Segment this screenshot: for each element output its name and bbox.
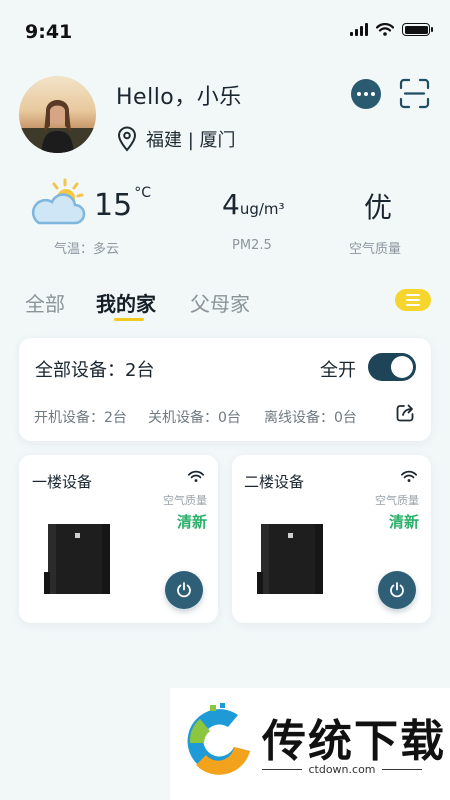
cellular-signal-icon xyxy=(350,23,368,36)
divider xyxy=(381,769,422,770)
pm25-label: PM2.5 xyxy=(232,238,272,253)
pm25-value: 4 xyxy=(222,188,240,221)
temperature-value: 15 xyxy=(94,188,133,223)
location-text: 福建 | 厦门 xyxy=(146,130,236,151)
watermark-logo-icon xyxy=(187,703,250,775)
tab-my-home[interactable]: 我的家 xyxy=(96,288,156,317)
share-icon[interactable] xyxy=(395,403,415,423)
menu-line xyxy=(406,304,420,306)
air-quality-value: 优 xyxy=(364,191,393,224)
device-air-quality-value: 清新 xyxy=(389,513,420,531)
partly-cloudy-icon xyxy=(31,178,86,225)
wifi-icon xyxy=(188,470,204,482)
watermark-url: ctdown.com xyxy=(308,763,376,776)
device-air-quality-label: 空气质量 xyxy=(375,494,419,507)
air-purifier-image xyxy=(257,524,323,594)
toggle-knob xyxy=(391,356,413,378)
battery-icon xyxy=(402,23,433,36)
powered-on-count: 开机设备：2台 xyxy=(34,410,127,426)
watermark-url-row: ctdown.com xyxy=(262,763,422,776)
device-air-quality-label: 空气质量 xyxy=(163,494,207,507)
avatar[interactable] xyxy=(19,76,96,153)
power-icon xyxy=(390,582,404,598)
power-icon xyxy=(177,582,191,598)
temperature-unit: °C xyxy=(134,185,151,201)
status-icons xyxy=(350,23,433,36)
pm25: 4ug/m³ xyxy=(222,188,285,221)
dot xyxy=(364,92,368,96)
tab-all[interactable]: 全部 xyxy=(25,288,65,317)
temperature: 15 °C xyxy=(94,185,151,223)
menu-line xyxy=(406,299,420,301)
location[interactable]: 福建 | 厦门 xyxy=(116,126,236,152)
menu-line xyxy=(406,294,420,296)
device-name: 二楼设备 xyxy=(244,473,305,491)
offline-count: 离线设备：0台 xyxy=(264,410,357,426)
greeting: Hello，小乐 xyxy=(116,85,242,110)
total-devices: 全部设备：2台 xyxy=(35,360,155,381)
divider xyxy=(262,769,303,770)
air-quality-label: 空气质量 xyxy=(349,242,402,257)
powered-off-count: 关机设备：0台 xyxy=(148,410,241,426)
dot xyxy=(371,92,375,96)
tab-parents-home[interactable]: 父母家 xyxy=(190,288,250,317)
menu-button[interactable] xyxy=(395,289,431,311)
temperature-label: 气温：多云 xyxy=(54,242,120,257)
device-name: 一楼设备 xyxy=(32,473,93,491)
scan-icon[interactable] xyxy=(399,78,430,109)
status-time: 9:41 xyxy=(25,21,73,43)
message-button[interactable] xyxy=(351,79,381,109)
device-air-quality-value: 清新 xyxy=(177,513,208,531)
all-on-label: 全开 xyxy=(320,360,356,381)
wifi-icon xyxy=(376,23,394,36)
location-pin-icon xyxy=(117,126,137,152)
wifi-icon xyxy=(401,470,417,482)
active-tab-indicator xyxy=(114,318,144,321)
power-button[interactable] xyxy=(165,571,203,609)
power-button[interactable] xyxy=(378,571,416,609)
dot xyxy=(357,92,361,96)
all-on-toggle[interactable] xyxy=(368,353,416,381)
air-purifier-image xyxy=(44,524,110,594)
watermark-brand: 传统下载 xyxy=(262,716,446,767)
pm25-unit: ug/m³ xyxy=(239,200,285,218)
